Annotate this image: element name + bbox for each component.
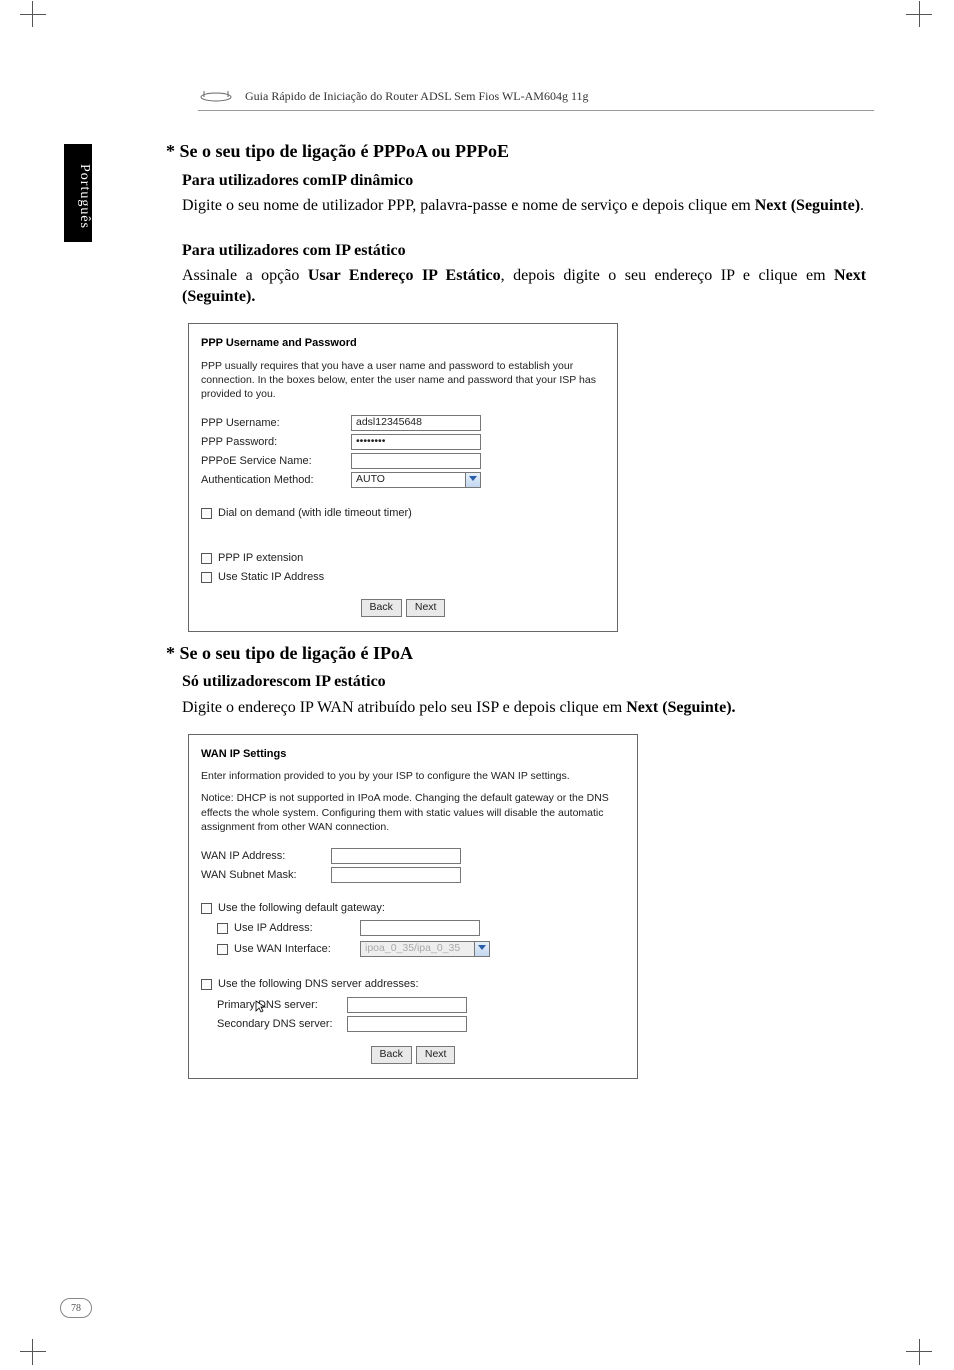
section1-sub2: Para utilizadores com IP estático xyxy=(166,240,866,261)
row-auth-method: Authentication Method: AUTO xyxy=(201,472,605,488)
crop-mark-tl xyxy=(20,14,46,41)
label-wan-mask: WAN Subnet Mask: xyxy=(201,868,331,883)
router-icon xyxy=(198,88,234,106)
section1-para1: Digite o seu nome de utilizador PPP, pal… xyxy=(166,195,866,216)
screenshot-ppp: PPP Username and Password PPP usually re… xyxy=(188,323,618,631)
input-ppp-username[interactable]: adsl12345648 xyxy=(351,415,481,431)
input-gw-ip[interactable] xyxy=(360,920,480,936)
input-secondary-dns[interactable] xyxy=(347,1016,467,1032)
chk-dial-on-demand[interactable]: Dial on demand (with idle timeout timer) xyxy=(201,506,605,521)
section1-sub1: Para utilizadores comIP dinâmico xyxy=(166,170,866,191)
input-ppp-password[interactable]: •••••••• xyxy=(351,434,481,450)
chk-use-ip-address[interactable]: Use IP Address: xyxy=(217,920,625,936)
checkbox-icon xyxy=(201,553,212,564)
label-wan-ip: WAN IP Address: xyxy=(201,849,331,864)
crop-mark-bl xyxy=(20,1325,46,1352)
shot1-buttons: Back Next xyxy=(201,599,605,617)
back-button[interactable]: Back xyxy=(361,599,402,617)
section2-para1: Digite o endereço IP WAN atribuído pelo … xyxy=(166,697,866,718)
input-primary-dns[interactable] xyxy=(347,997,467,1013)
row-wan-mask: WAN Subnet Mask: xyxy=(201,867,625,883)
input-wan-ip[interactable] xyxy=(331,848,461,864)
row-ppp-password: PPP Password: •••••••• xyxy=(201,434,605,450)
shot2-note2: Notice: DHCP is not supported in IPoA mo… xyxy=(201,791,625,834)
select-wan-interface[interactable]: ipoa_0_35/ipa_0_35 xyxy=(360,941,490,957)
header-title: Guia Rápido de Iniciação do Router ADSL … xyxy=(245,89,589,103)
section2-heading: * Se o seu tipo de ligação é IPoA xyxy=(166,642,866,666)
row-service-name: PPPoE Service Name: xyxy=(201,453,605,469)
input-service-name[interactable] xyxy=(351,453,481,469)
crop-mark-tr xyxy=(906,14,932,41)
section1-heading: * Se o seu tipo de ligação é PPPoA ou PP… xyxy=(166,140,866,164)
label-ppp-password: PPP Password: xyxy=(201,435,351,450)
checkbox-icon xyxy=(217,944,228,955)
label-auth-method: Authentication Method: xyxy=(201,473,351,488)
shot1-note: PPP usually requires that you have a use… xyxy=(201,359,605,402)
page-number: 78 xyxy=(60,1298,92,1318)
language-tab: Português xyxy=(64,144,92,242)
chk-default-gateway[interactable]: Use the following default gateway: xyxy=(201,901,625,916)
chevron-down-icon xyxy=(469,476,477,481)
label-primary-dns: Primary DNS server: xyxy=(217,998,347,1013)
checkbox-icon xyxy=(201,572,212,583)
row-ppp-username: PPP Username: adsl12345648 xyxy=(201,415,605,431)
shot2-title: WAN IP Settings xyxy=(201,747,625,762)
chk-ppp-ip-extension[interactable]: PPP IP extension xyxy=(201,551,605,566)
main-content: * Se o seu tipo de ligação é PPPoA ou PP… xyxy=(166,140,866,1089)
next-button[interactable]: Next xyxy=(406,599,446,617)
crop-mark-br xyxy=(906,1325,932,1352)
chk-dns-addresses[interactable]: Use the following DNS server addresses: xyxy=(201,977,625,992)
row-secondary-dns: Secondary DNS server: xyxy=(217,1016,625,1032)
select-auth-method[interactable]: AUTO xyxy=(351,472,481,488)
checkbox-icon xyxy=(217,923,228,934)
chk-use-wan-interface[interactable]: Use WAN Interface: ipoa_0_35/ipa_0_35 xyxy=(217,941,625,957)
shot2-buttons: Back Next xyxy=(201,1046,625,1064)
cursor-icon xyxy=(255,1000,267,1019)
chevron-down-icon xyxy=(478,945,486,950)
row-primary-dns: Primary DNS server: xyxy=(217,997,625,1013)
screenshot-wan: WAN IP Settings Enter information provid… xyxy=(188,734,638,1079)
shot2-note1: Enter information provided to you by you… xyxy=(201,769,625,783)
input-wan-mask[interactable] xyxy=(331,867,461,883)
label-service-name: PPPoE Service Name: xyxy=(201,454,351,469)
back-button[interactable]: Back xyxy=(371,1046,412,1064)
label-secondary-dns: Secondary DNS server: xyxy=(217,1017,347,1032)
section2-sub1: Só utilizadorescom IP estático xyxy=(166,671,866,692)
checkbox-icon xyxy=(201,508,212,519)
row-wan-ip: WAN IP Address: xyxy=(201,848,625,864)
checkbox-icon xyxy=(201,979,212,990)
chk-static-ip[interactable]: Use Static IP Address xyxy=(201,570,605,585)
label-ppp-username: PPP Username: xyxy=(201,416,351,431)
shot1-title: PPP Username and Password xyxy=(201,336,605,351)
checkbox-icon xyxy=(201,903,212,914)
next-button[interactable]: Next xyxy=(416,1046,456,1064)
page-header: Guia Rápido de Iniciação do Router ADSL … xyxy=(198,88,874,111)
section1-para2: Assinale a opção Usar Endereço IP Estáti… xyxy=(166,265,866,307)
